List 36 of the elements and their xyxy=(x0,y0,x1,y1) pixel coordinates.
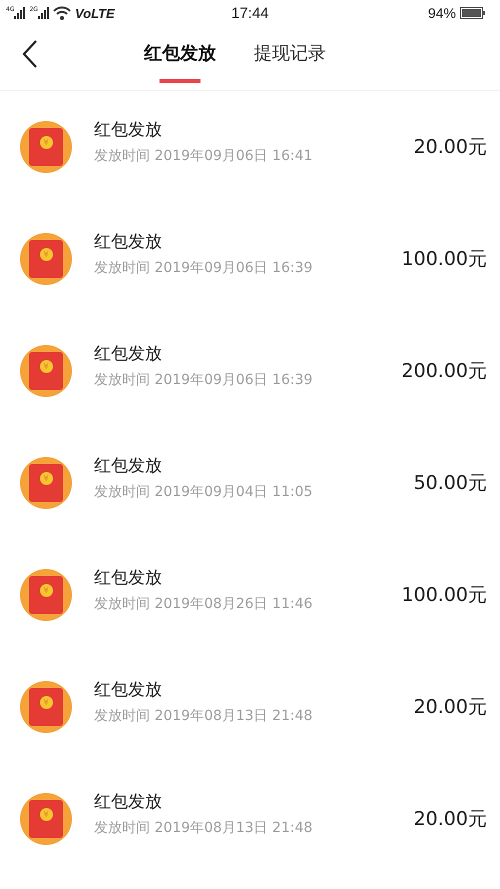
record-time: 发放时间 2019年08月13日 21:48 xyxy=(94,706,314,724)
volte-label: VoLTE xyxy=(74,6,115,20)
record-title: 红包发放 xyxy=(94,342,163,364)
tab[interactable]: 红包发放 xyxy=(140,33,220,83)
clock-time: 17:44 xyxy=(231,4,269,22)
record-amount: 20.00元 xyxy=(414,135,487,160)
envelope-icon: ¥ xyxy=(20,457,72,509)
record-amount: 50.00元 xyxy=(414,471,487,496)
record-title: 红包发放 xyxy=(94,118,163,140)
battery-icon xyxy=(460,7,486,19)
record-amount: 20.00元 xyxy=(414,695,487,720)
record-time: 发放时间 2019年09月06日 16:39 xyxy=(94,258,314,276)
record-time: 发放时间 2019年09月06日 16:39 xyxy=(94,370,314,388)
record-amount: 200.00元 xyxy=(402,359,487,384)
record-amount: 20.00元 xyxy=(414,807,487,832)
envelope-icon: ¥ xyxy=(20,121,72,173)
wifi-icon xyxy=(52,6,71,20)
battery-percent: 94% xyxy=(428,5,456,21)
record-title: 红包发放 xyxy=(94,454,163,476)
record-time: 发放时间 2019年09月06日 16:41 xyxy=(94,146,314,164)
envelope-icon: ¥ xyxy=(20,569,72,621)
record-title: 红包发放 xyxy=(94,678,163,700)
record-title: 红包发放 xyxy=(94,790,163,812)
record-amount: 100.00元 xyxy=(402,583,487,608)
envelope-icon: ¥ xyxy=(20,793,72,845)
envelope-icon: ¥ xyxy=(20,233,72,285)
record-time: 发放时间 2019年09月04日 11:05 xyxy=(94,482,314,500)
back-icon[interactable] xyxy=(22,40,38,68)
envelope-icon: ¥ xyxy=(20,345,72,397)
record-title: 红包发放 xyxy=(94,566,163,588)
record-title: 红包发放 xyxy=(94,230,163,252)
record-time: 发放时间 2019年08月26日 11:46 xyxy=(94,594,314,612)
record-time: 发放时间 2019年08月13日 21:48 xyxy=(94,818,314,836)
tab[interactable]: 提现记录 xyxy=(250,33,330,83)
envelope-icon: ¥ xyxy=(20,681,72,733)
record-amount: 100.00元 xyxy=(402,247,487,272)
